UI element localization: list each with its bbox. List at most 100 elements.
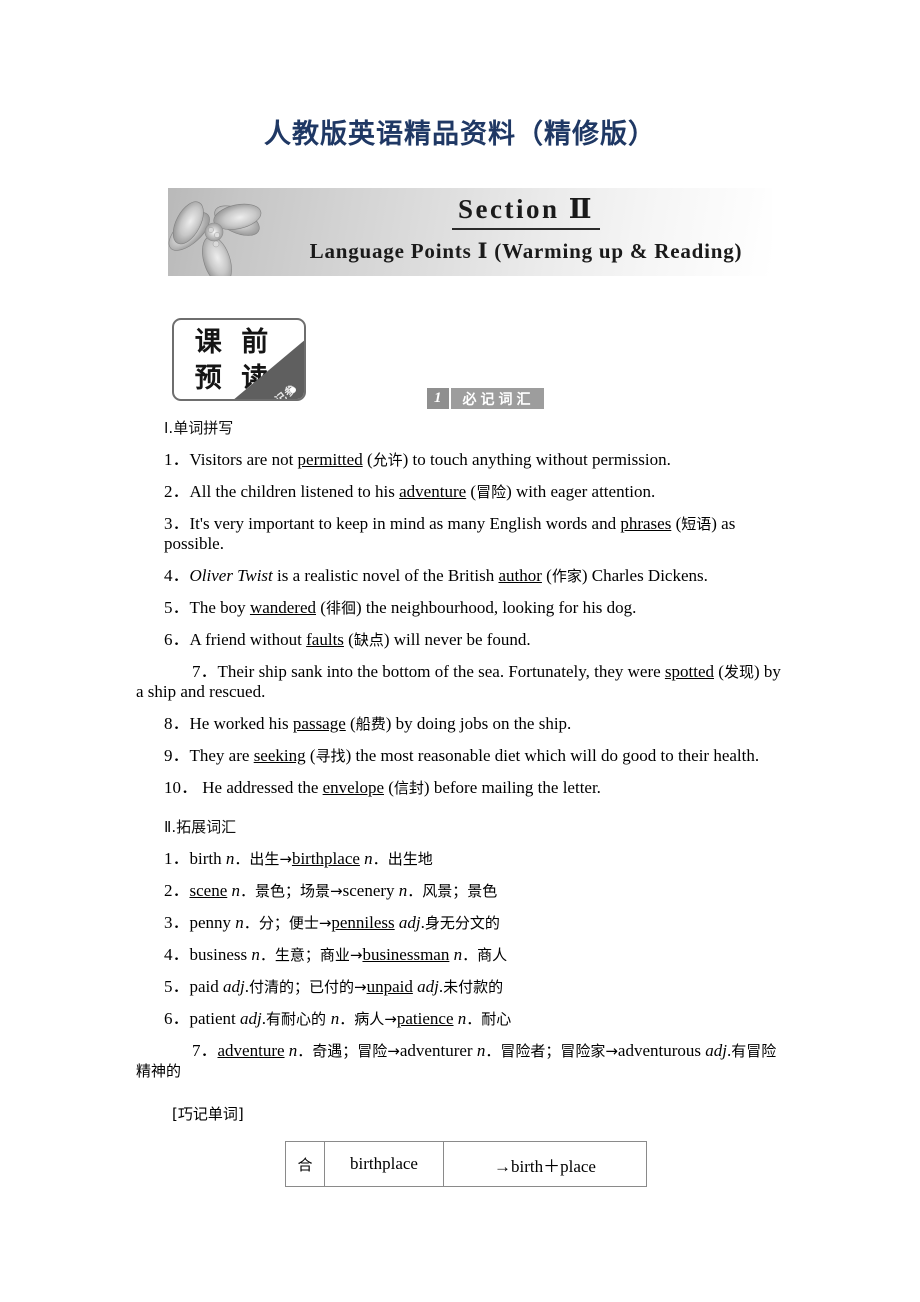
text-run: ( bbox=[541, 566, 552, 585]
text-run: n bbox=[288, 1041, 298, 1060]
text-run: adventurous bbox=[617, 1041, 706, 1060]
text-run: 允许 bbox=[372, 451, 403, 469]
text-run: n bbox=[330, 1009, 340, 1028]
answer-word: adventure bbox=[217, 1041, 285, 1060]
topic-tag-number: 1 bbox=[427, 388, 449, 409]
list-item-number: 6． bbox=[164, 1009, 190, 1028]
text-run: ( bbox=[671, 514, 682, 533]
text-run: 冒险 bbox=[476, 483, 507, 501]
text-run: ) will never be found. bbox=[383, 630, 531, 649]
text-run: They are bbox=[189, 746, 254, 765]
document-content: Ⅰ.单词拼写 1．Visitors are not permitted (允许) … bbox=[136, 418, 788, 1124]
section-heading: Ⅱ.拓展词汇 bbox=[164, 818, 237, 836]
table-row: 合 birthplace →birth＋place bbox=[285, 1141, 647, 1187]
text-run: scenery bbox=[342, 881, 399, 900]
text-run: 冒险者；冒险家→ bbox=[500, 1042, 618, 1060]
list-item: 4．Oliver Twist is a realistic novel of t… bbox=[136, 566, 788, 586]
list-item: 7．Their ship sank into the bottom of the… bbox=[136, 662, 788, 702]
list-item: 3．It's very important to keep in mind as… bbox=[136, 514, 788, 554]
text-run: n bbox=[453, 945, 463, 964]
list-item: 6．A friend without faults (缺点) will neve… bbox=[136, 630, 788, 650]
answer-word: permitted bbox=[297, 450, 363, 469]
text-run: business bbox=[189, 945, 252, 964]
text-run: A friend without bbox=[189, 630, 307, 649]
text-run: 信封 bbox=[393, 779, 424, 797]
text-run: n bbox=[235, 913, 244, 932]
text-run: ) the neighbourhood, looking for his dog… bbox=[355, 598, 637, 617]
text-run: The boy bbox=[189, 598, 250, 617]
flower-icon bbox=[168, 201, 262, 276]
text-run: ( bbox=[362, 450, 373, 469]
list-item-number: 1． bbox=[164, 849, 190, 868]
text-run: ． bbox=[259, 946, 275, 964]
answer-word: adventure bbox=[399, 482, 467, 501]
text-run: 出生地 bbox=[387, 850, 433, 868]
list-item-number: 2． bbox=[164, 482, 190, 501]
text-run: ) by doing jobs on the ship. bbox=[385, 714, 572, 733]
text-run: ( bbox=[383, 778, 394, 797]
text-run: adj bbox=[223, 977, 245, 996]
list-item-number: 3． bbox=[164, 913, 190, 932]
bracket-note: [巧记单词] bbox=[172, 1105, 244, 1123]
section-banner: Section Ⅱ Language Points Ⅰ (Warming up … bbox=[168, 188, 772, 276]
text-run: 风景；景色 bbox=[422, 882, 498, 900]
text-run: 未付款的 bbox=[443, 978, 504, 996]
text-run: It's very important to keep in mind as m… bbox=[189, 514, 621, 533]
list-item: 5．paid adj.付清的；已付的→unpaid adj.未付款的 bbox=[136, 977, 788, 997]
list-item-number: 9． bbox=[164, 746, 190, 765]
list-item: 2．scene n．景色；场景→scenery n．风景；景色 bbox=[136, 881, 788, 901]
answer-word: unpaid bbox=[366, 977, 413, 996]
list-item: 1．Visitors are not permitted (允许) to tou… bbox=[136, 450, 788, 470]
text-run: paid bbox=[189, 977, 224, 996]
text-run: ． bbox=[297, 1042, 313, 1060]
text-run: ． bbox=[234, 850, 250, 868]
topic-tag: 1 必记词汇 bbox=[427, 388, 544, 409]
text-run: 寻找 bbox=[315, 747, 346, 765]
text-run: ( bbox=[714, 662, 724, 681]
text-run: 身无分文的 bbox=[424, 914, 500, 932]
text-run: Visitors are not bbox=[189, 450, 298, 469]
text-run: 耐心 bbox=[481, 1010, 512, 1028]
text-run: adj bbox=[417, 977, 439, 996]
text-run: ． bbox=[339, 1010, 355, 1028]
text-run: 徘徊 bbox=[325, 599, 356, 617]
text-run: ) to touch anything without permission. bbox=[402, 450, 671, 469]
text-run: adj bbox=[240, 1009, 262, 1028]
text-run: ( bbox=[466, 482, 477, 501]
list-item: 5．The boy wandered (徘徊) the neighbourhoo… bbox=[136, 598, 788, 618]
pre-read-badge: 课 前 预 读 记参 bbox=[172, 318, 306, 401]
answer-word: passage bbox=[292, 714, 346, 733]
table-cell-type: 合 bbox=[285, 1141, 325, 1187]
text-run: 缺点 bbox=[353, 631, 384, 649]
word-formation-table: 合 birthplace →birth＋place bbox=[285, 1141, 647, 1187]
text-run: ． bbox=[462, 946, 478, 964]
list-item-number: 4． bbox=[164, 566, 190, 585]
text-run: patient bbox=[189, 1009, 241, 1028]
text-run: adj bbox=[398, 913, 421, 932]
text-run: He addressed the bbox=[198, 778, 323, 797]
text-run: n bbox=[364, 849, 373, 868]
text-run: is a realistic novel of the British bbox=[272, 566, 499, 585]
answer-word: spotted bbox=[664, 662, 715, 681]
list-item-number: 8． bbox=[164, 714, 190, 733]
text-run: penny bbox=[189, 913, 236, 932]
answer-word: seeking bbox=[253, 746, 306, 765]
text-run: ) before mailing the letter. bbox=[423, 778, 601, 797]
text-run: ( bbox=[316, 598, 326, 617]
list-item: 4．business n．生意；商业→businessman n．商人 bbox=[136, 945, 788, 965]
text-run: 付清的；已付的→ bbox=[249, 978, 367, 996]
text-run: ( bbox=[305, 746, 316, 765]
text-run: He worked his bbox=[189, 714, 293, 733]
list-item-number: 3． bbox=[164, 514, 190, 533]
page-title: 人教版英语精品资料（精修版） bbox=[264, 119, 656, 150]
text-run: 病人→ bbox=[354, 1010, 397, 1028]
text-run: n bbox=[251, 945, 260, 964]
list-item-number: 4． bbox=[164, 945, 190, 964]
list-item: 7．adventure n．奇遇；冒险→adventurer n．冒险者；冒险家… bbox=[136, 1041, 788, 1081]
list-item: 8．He worked his passage (船费) by doing jo… bbox=[136, 714, 788, 734]
list-item: 1．birth n．出生→birthplace n．出生地 bbox=[136, 849, 788, 869]
list-item-number: 5． bbox=[164, 598, 190, 617]
text-run: Their ship sank into the bottom of the s… bbox=[217, 662, 665, 681]
text-run: ． bbox=[466, 1010, 482, 1028]
answer-word: penniless bbox=[331, 913, 395, 932]
